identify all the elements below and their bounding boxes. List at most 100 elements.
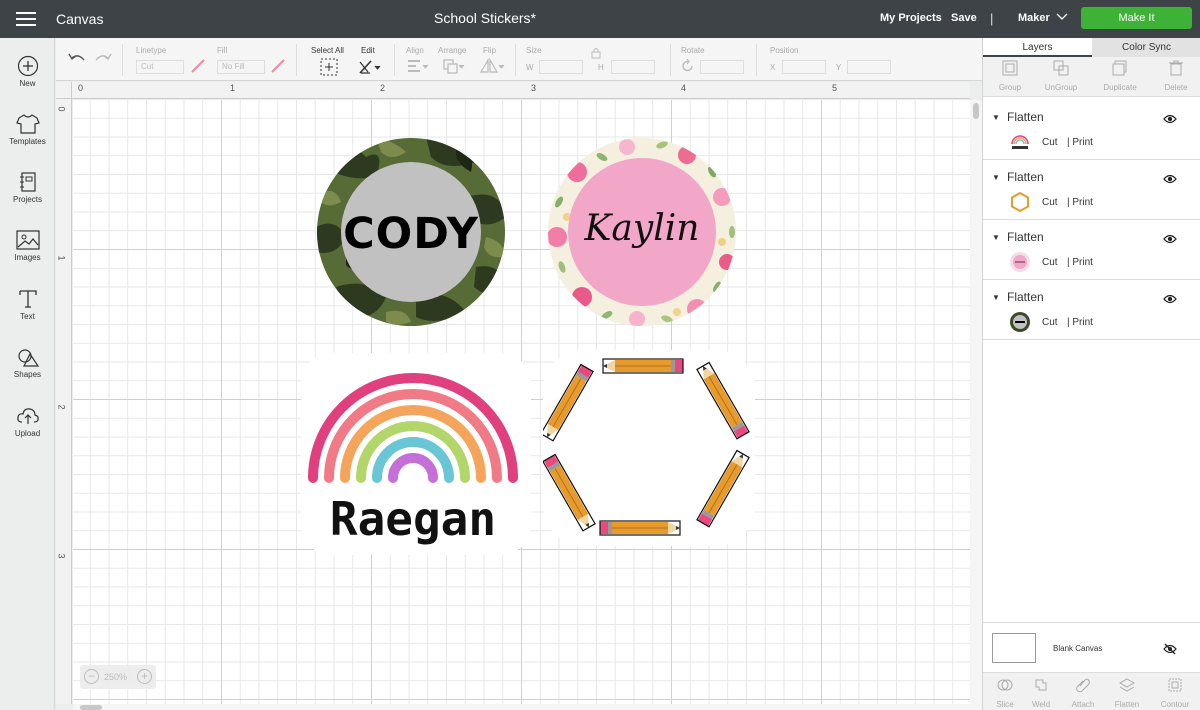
layer-row[interactable]: ▼ Flatten Cut | Print <box>983 220 1200 280</box>
top-ruler: 0 1 2 3 4 5 <box>72 82 970 99</box>
align-icon[interactable] <box>406 58 430 79</box>
eye-icon[interactable] <box>1163 111 1177 129</box>
blank-canvas-label: Blank Canvas <box>1053 644 1103 653</box>
caret-down-icon[interactable]: ▼ <box>992 233 1000 242</box>
width-input[interactable] <box>539 60 583 74</box>
layer-row[interactable]: ▼ Flatten Cut | Print <box>983 100 1200 160</box>
group-icon <box>1002 60 1018 76</box>
eye-icon[interactable] <box>1163 171 1177 189</box>
eye-icon[interactable] <box>1163 291 1177 309</box>
vertical-scrollbar[interactable] <box>970 100 982 704</box>
chevron-down-icon[interactable] <box>1056 10 1068 25</box>
images-button[interactable]: Images <box>0 229 55 262</box>
y-input[interactable] <box>847 60 891 74</box>
layer-cut-label: Cut <box>1042 197 1058 208</box>
cody-sticker[interactable]: CODY <box>316 137 506 327</box>
text-button[interactable]: Text <box>0 288 55 321</box>
group-button[interactable]: Group <box>983 60 1037 92</box>
panel-tabs: Layers Color Sync <box>983 38 1200 57</box>
flatten-button[interactable]: Flatten <box>1105 677 1149 709</box>
edit-toolbar: Linetype Cut Fill No Fill Select All Edi… <box>56 38 982 81</box>
header-separator: | <box>990 11 994 26</box>
caret-down-icon[interactable]: ▼ <box>992 173 1000 182</box>
height-input[interactable] <box>611 60 655 74</box>
flip-label: Flip <box>483 46 496 55</box>
flip-icon[interactable] <box>479 57 505 79</box>
projects-button[interactable]: Projects <box>0 171 55 204</box>
arrange-label: Arrange <box>438 46 467 55</box>
horizontal-scroll-thumb[interactable] <box>80 705 102 710</box>
machine-selector[interactable]: Maker <box>1018 12 1050 24</box>
weld-button[interactable]: Weld <box>1019 677 1063 709</box>
rotate-icon[interactable] <box>681 58 695 78</box>
projects-label: Projects <box>13 195 42 204</box>
ruler-corner <box>56 82 72 99</box>
ruler-tick-label: 1 <box>230 83 236 93</box>
pencil-frame-sticker[interactable] <box>543 350 755 546</box>
zoom-in-button[interactable]: + <box>137 669 152 684</box>
y-label: Y <box>836 63 842 72</box>
ruler-tick-label: 3 <box>531 83 537 93</box>
upload-label: Upload <box>14 429 41 438</box>
contour-button[interactable]: Contour <box>1153 677 1197 709</box>
toolbar-divider <box>394 44 395 76</box>
left-toolbar: New Templates Projects Images Text Shape… <box>0 38 55 710</box>
rotate-input[interactable] <box>700 60 744 74</box>
linetype-color-icon[interactable] <box>190 58 206 79</box>
x-input[interactable] <box>782 60 826 74</box>
x-label: X <box>770 63 776 72</box>
caret-down-icon[interactable]: ▼ <box>992 113 1000 122</box>
zoom-out-button[interactable]: − <box>84 669 99 684</box>
ungroup-label: UnGroup <box>1044 83 1078 92</box>
raegan-text: Raegan <box>330 492 496 546</box>
upload-button[interactable]: Upload <box>0 405 55 438</box>
kaylin-sticker[interactable]: Kaylin <box>547 137 737 327</box>
size-label: Size <box>526 46 542 55</box>
edit-icon[interactable] <box>358 58 382 81</box>
blank-canvas-row: Blank Canvas <box>983 622 1200 672</box>
undo-icon[interactable] <box>68 52 86 71</box>
ruler-tick-label: 2 <box>380 83 386 93</box>
ungroup-button[interactable]: UnGroup <box>1034 60 1088 92</box>
canvas-color-swatch[interactable] <box>992 633 1036 663</box>
contour-label: Contour <box>1160 700 1190 709</box>
new-button[interactable]: New <box>0 55 55 88</box>
select-all-icon[interactable] <box>320 58 338 81</box>
lock-icon[interactable] <box>591 46 601 64</box>
attach-button[interactable]: Attach <box>1061 677 1105 709</box>
left-ruler: 0 1 2 3 <box>56 99 72 704</box>
fill-select[interactable]: No Fill <box>217 60 265 74</box>
linetype-select[interactable]: Cut <box>136 60 184 74</box>
tab-color-sync[interactable]: Color Sync <box>1092 38 1200 57</box>
raegan-sticker[interactable]: Raegan <box>301 353 531 555</box>
horizontal-scrollbar[interactable] <box>73 704 982 710</box>
edit-label: Edit <box>361 46 375 55</box>
delete-label: Delete <box>1164 83 1188 92</box>
cloud-upload-icon <box>16 408 39 424</box>
layer-row[interactable]: ▼ Flatten Cut | Print <box>983 280 1200 340</box>
eye-icon[interactable] <box>1163 231 1177 249</box>
layer-cut-label: Cut <box>1042 137 1058 148</box>
templates-button[interactable]: Templates <box>0 113 55 146</box>
my-projects-link[interactable]: My Projects <box>880 12 942 24</box>
redo-icon[interactable] <box>94 52 112 71</box>
plus-circle-icon <box>17 55 38 77</box>
shapes-button[interactable]: Shapes <box>0 346 55 379</box>
design-canvas[interactable]: CODY Kaylin Raegan <box>73 100 970 704</box>
rainbow-thumbnail <box>1011 135 1029 149</box>
delete-button[interactable]: Delete <box>1149 60 1200 92</box>
fill-color-icon[interactable] <box>270 58 286 79</box>
vertical-scroll-thumb[interactable] <box>973 103 979 119</box>
layer-name: Flatten <box>1007 110 1044 124</box>
tab-layers[interactable]: Layers <box>983 38 1092 57</box>
make-it-button[interactable]: Make It <box>1081 7 1192 29</box>
eye-hidden-icon[interactable] <box>1163 642 1177 660</box>
layer-row[interactable]: ▼ Flatten Cut | Print <box>983 160 1200 220</box>
duplicate-label: Duplicate <box>1103 83 1137 92</box>
arrange-icon[interactable] <box>442 58 466 79</box>
layer-print-label: | Print <box>1067 257 1093 268</box>
save-button[interactable]: Save <box>951 12 977 24</box>
caret-down-icon[interactable]: ▼ <box>992 293 1000 302</box>
paperclip-icon <box>1076 678 1090 693</box>
duplicate-button[interactable]: Duplicate <box>1093 60 1147 92</box>
